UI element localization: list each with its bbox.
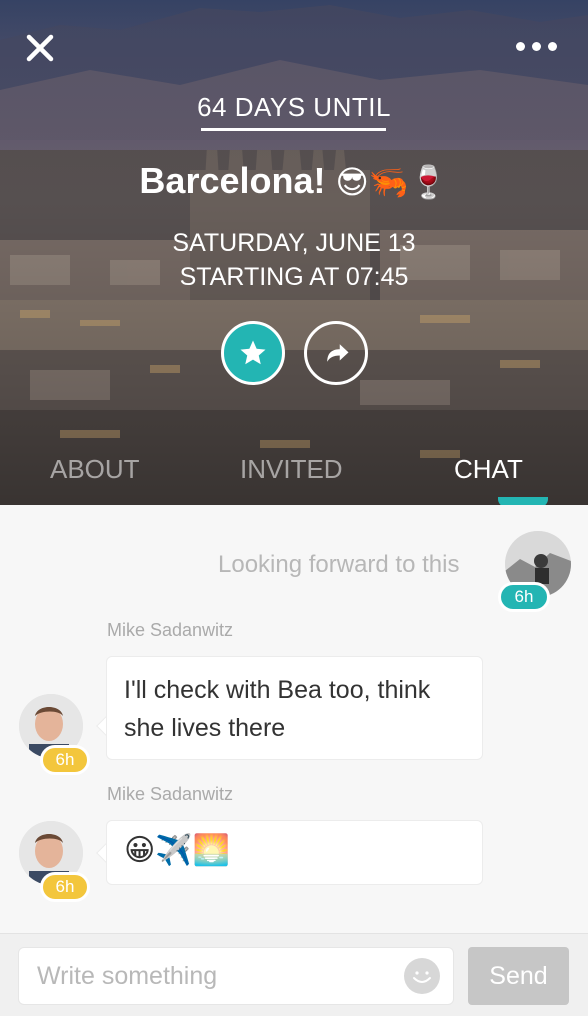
sender-name: Mike Sadanwitz xyxy=(107,620,234,640)
star-icon xyxy=(240,340,266,365)
own-message-time: 6h xyxy=(498,582,550,612)
countdown-label: 64 DAYS UNTIL xyxy=(197,92,391,122)
tab-chat[interactable]: CHAT xyxy=(454,454,523,485)
share-icon xyxy=(327,344,349,362)
close-button[interactable] xyxy=(22,30,58,66)
more-options-button[interactable] xyxy=(510,32,562,60)
close-icon xyxy=(26,34,54,62)
tab-invited[interactable]: INVITED xyxy=(240,454,343,485)
tab-about[interactable]: ABOUT xyxy=(50,454,140,485)
message-composer: Send xyxy=(0,933,588,1016)
event-title-text: Barcelona! xyxy=(139,160,326,201)
message-time: 6h xyxy=(40,872,90,902)
message-bubble: 😀✈️🌅 xyxy=(106,820,483,885)
favorite-button[interactable] xyxy=(221,321,285,385)
countdown-underline xyxy=(201,128,386,131)
event-title-emojis: 😎🦐🍷 xyxy=(335,163,449,201)
chat-thread[interactable]: Looking forward to this 6h Mike Sadanwit… xyxy=(0,505,588,933)
sender-name: Mike Sadanwitz xyxy=(107,784,234,804)
message-input-container[interactable] xyxy=(18,947,454,1005)
message-bubble: I'll check with Bea too, think she lives… xyxy=(106,656,483,760)
more-icon xyxy=(515,41,525,51)
smiley-icon xyxy=(413,971,431,983)
event-date: SATURDAY, JUNE 13 xyxy=(172,229,416,257)
message-input[interactable] xyxy=(37,948,407,1004)
message-time: 6h xyxy=(40,745,90,775)
own-message-text: Looking forward to this xyxy=(218,551,460,578)
share-button[interactable] xyxy=(304,321,368,385)
emoji-button[interactable] xyxy=(404,958,440,994)
send-button[interactable]: Send xyxy=(468,947,569,1005)
event-tabs: ABOUT INVITED CHAT xyxy=(0,448,588,494)
event-time: STARTING AT 07:45 xyxy=(179,263,409,291)
event-title: Barcelona! 😎🦐🍷 xyxy=(0,160,588,202)
